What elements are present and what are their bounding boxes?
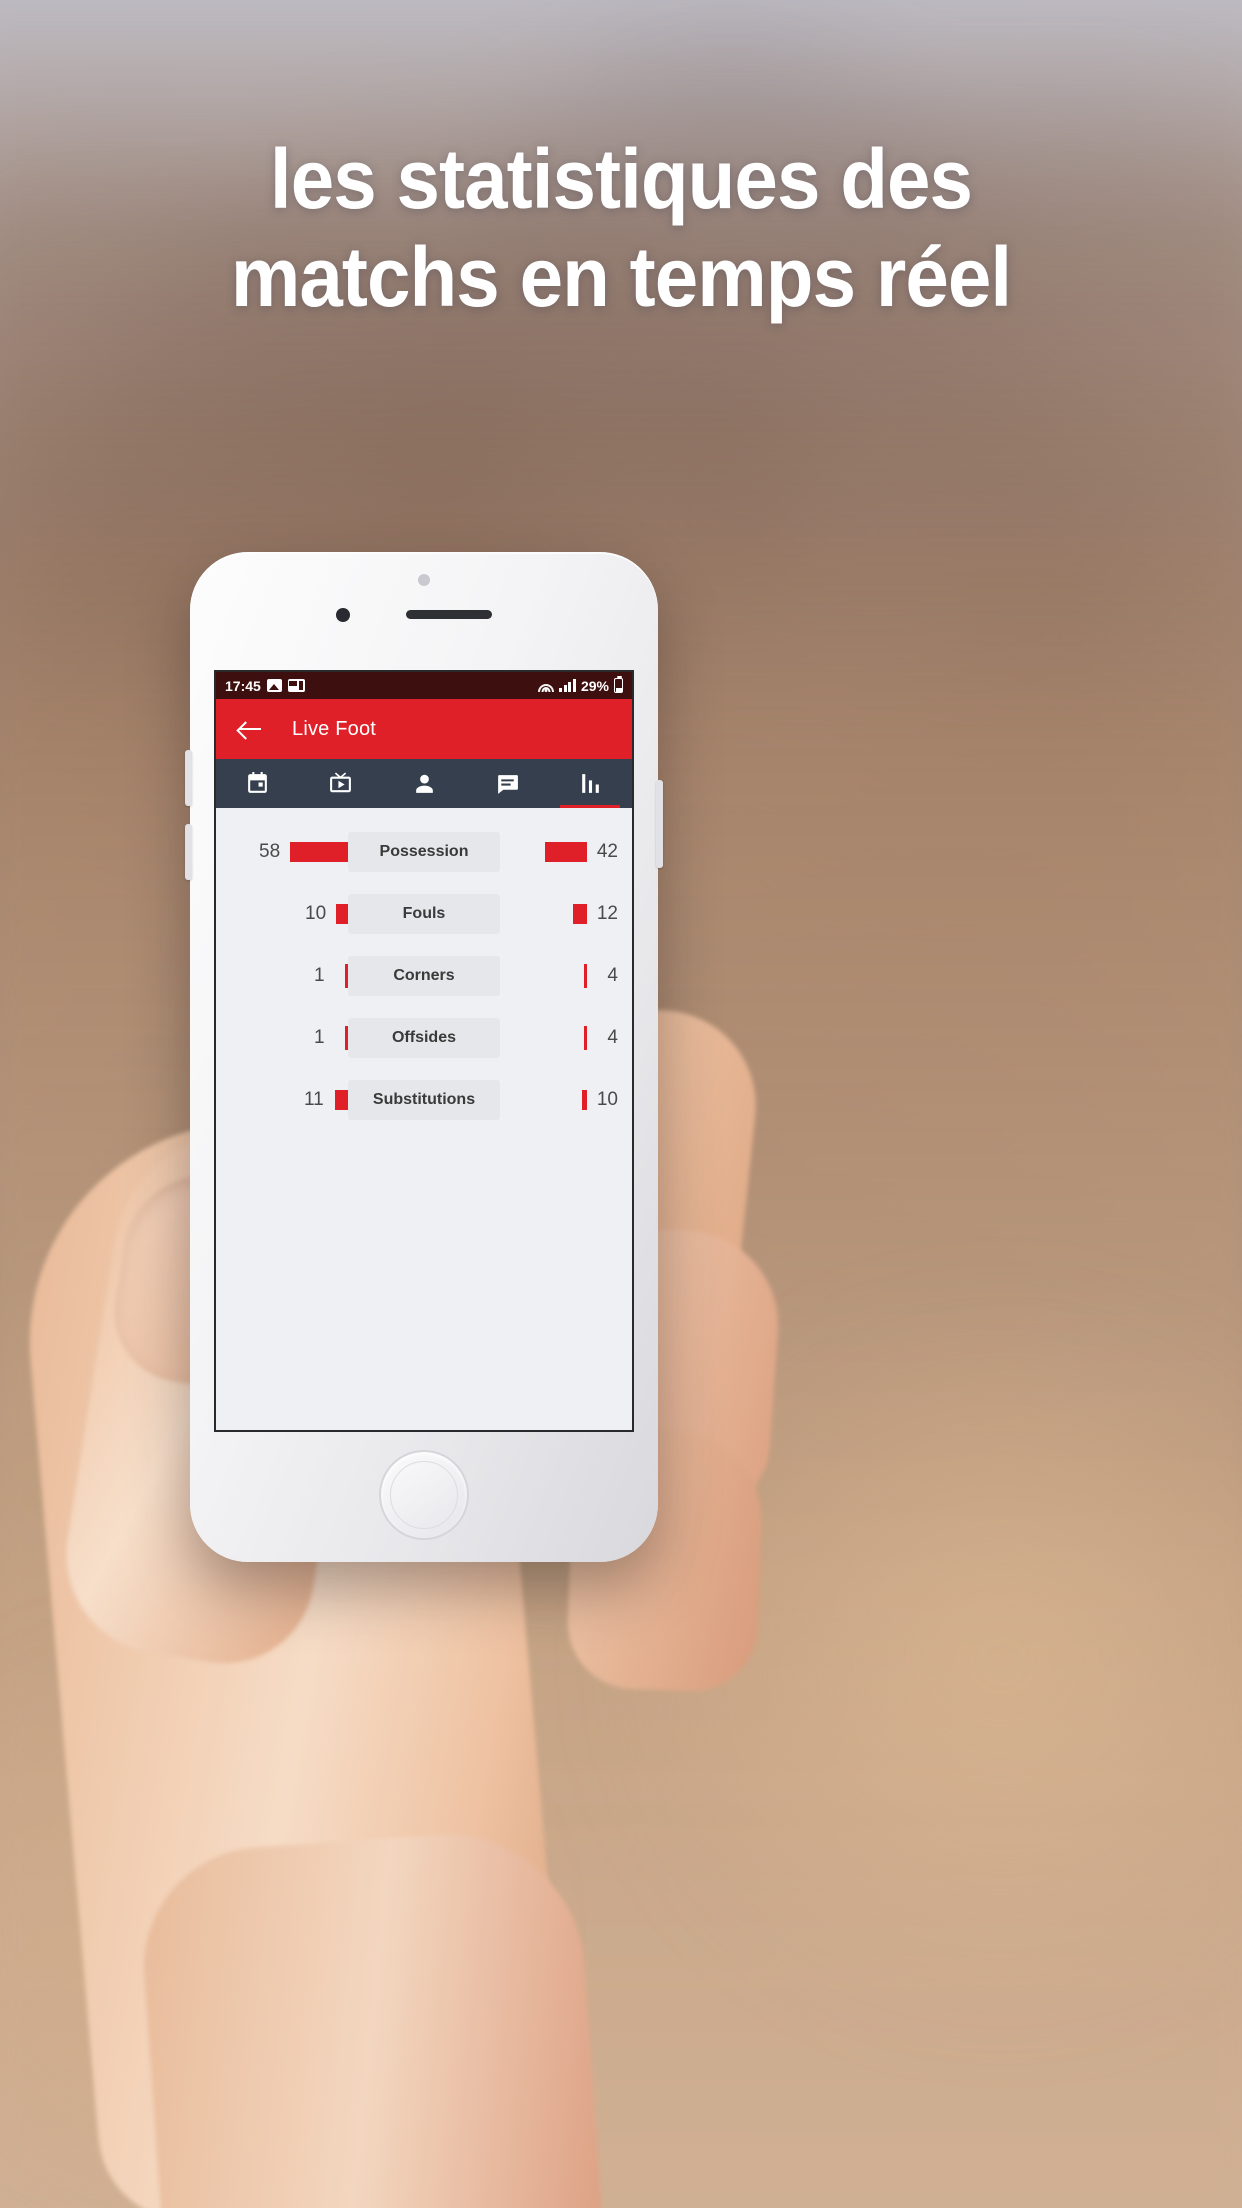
stat-label: Substitutions <box>348 1080 500 1120</box>
wifi-icon <box>538 679 555 692</box>
stat-away-side: 12 <box>500 903 618 925</box>
battery-percent-label: 29% <box>580 677 609 694</box>
headline-line-2: matchs en temps réel <box>230 230 1012 325</box>
home-button[interactable] <box>379 1450 469 1540</box>
earpiece-speaker <box>406 610 492 619</box>
stat-away-side: 10 <box>500 1089 618 1111</box>
stat-away-value: 10 <box>596 1089 618 1110</box>
stat-away-bar <box>584 964 587 988</box>
stat-away-value: 42 <box>596 841 618 862</box>
stat-row: 1 Corners 4 <box>216 956 632 996</box>
stat-away-value: 12 <box>596 903 618 924</box>
tab-calendar[interactable] <box>216 759 299 808</box>
tab-statistics[interactable] <box>549 759 632 808</box>
stat-away-bar-wrap <box>573 904 587 924</box>
volume-down-button[interactable] <box>185 824 192 880</box>
back-arrow-icon[interactable] <box>234 713 266 745</box>
stat-row: 10 Fouls 12 <box>216 894 632 934</box>
stat-home-value: 1 <box>314 965 325 986</box>
app-title: Live Foot <box>292 717 377 740</box>
stat-home-bar-wrap <box>336 904 348 924</box>
stat-away-bar-wrap <box>582 1090 587 1110</box>
tab-lineup[interactable] <box>382 759 465 808</box>
stat-away-bar <box>545 842 587 862</box>
photo-icon <box>266 679 282 692</box>
stat-home-bar-wrap <box>290 842 348 862</box>
stat-away-side: 42 <box>500 841 618 863</box>
signal-icon <box>559 679 576 692</box>
stat-home-bar <box>290 842 348 862</box>
status-bar-left: 17:45 <box>225 678 305 694</box>
stat-away-bar-wrap <box>584 1026 587 1050</box>
stat-away-bar-wrap <box>584 964 587 988</box>
stat-away-bar-wrap <box>545 842 587 862</box>
stat-away-bar <box>584 1026 587 1050</box>
tab-live-tv[interactable] <box>299 759 382 808</box>
phone-device: 17:45 29% Live Foot 58 Possession 42 10 … <box>185 552 663 1562</box>
front-camera-icon <box>336 608 350 622</box>
stat-home-value: 11 <box>304 1089 324 1110</box>
headline-line-1: les statistiques des <box>269 132 973 226</box>
tab-comments[interactable] <box>466 759 549 808</box>
stat-home-side: 58 <box>230 841 348 863</box>
volume-up-button[interactable] <box>185 750 192 806</box>
status-bar-right: 29% <box>538 675 623 694</box>
chat-icon <box>497 775 518 794</box>
bar-chart-icon <box>582 774 599 793</box>
hand-wrist <box>135 1825 605 2208</box>
stat-label: Fouls <box>348 894 500 934</box>
stat-away-side: 4 <box>500 964 618 988</box>
tab-bar <box>216 759 632 808</box>
proximity-sensor-icon <box>418 574 430 586</box>
stat-label: Offsides <box>348 1018 500 1058</box>
tv-play-icon <box>330 772 352 793</box>
stat-home-side: 11 <box>230 1089 348 1111</box>
stat-label: Possession <box>348 832 500 872</box>
status-bar-clock: 17:45 <box>225 677 261 694</box>
headline: les statistiques des matchs en temps rée… <box>43 130 1198 327</box>
screenshot-icon <box>287 679 305 692</box>
calendar-icon <box>248 772 267 793</box>
stat-home-side: 1 <box>230 1026 348 1050</box>
person-icon <box>415 774 433 793</box>
power-button[interactable] <box>656 780 663 868</box>
stat-away-bar <box>573 904 587 924</box>
stat-home-bar <box>336 904 348 924</box>
stat-label: Corners <box>348 956 500 996</box>
stat-away-value: 4 <box>607 965 618 986</box>
battery-icon <box>614 675 623 693</box>
statistics-list: 58 Possession 42 10 Fouls 12 1 Corners 4… <box>216 808 632 1120</box>
stat-home-value: 58 <box>259 841 281 862</box>
app-bar: Live Foot <box>216 699 632 759</box>
stat-away-bar <box>582 1090 587 1110</box>
stat-home-value: 10 <box>305 903 327 924</box>
stat-home-bar <box>335 1090 348 1110</box>
stat-row: 11 Substitutions 10 <box>216 1080 632 1120</box>
stat-home-side: 10 <box>230 903 348 925</box>
stat-away-side: 4 <box>500 1026 618 1050</box>
stat-away-value: 4 <box>607 1027 618 1048</box>
stat-row: 1 Offsides 4 <box>216 1018 632 1058</box>
stat-home-bar-wrap <box>335 1090 348 1110</box>
stat-row: 58 Possession 42 <box>216 832 632 872</box>
stat-home-value: 1 <box>314 1027 325 1048</box>
status-bar: 17:45 29% <box>216 672 632 699</box>
stat-home-side: 1 <box>230 964 348 988</box>
phone-screen: 17:45 29% Live Foot 58 Possession 42 10 … <box>214 670 634 1432</box>
